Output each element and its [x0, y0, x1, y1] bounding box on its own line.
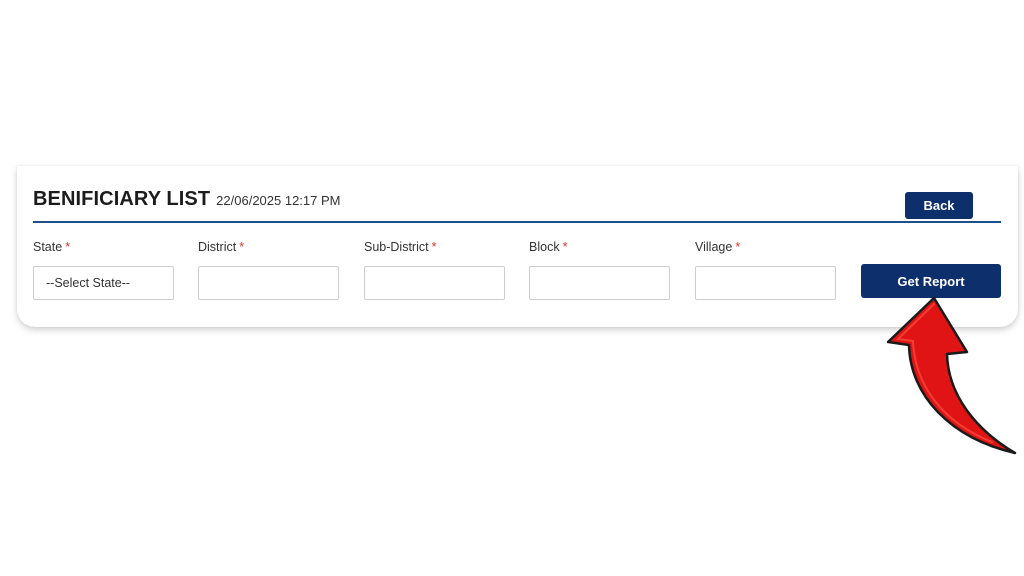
- block-label: Block *: [529, 240, 568, 254]
- state-field: State * --Select State--: [33, 240, 174, 300]
- sub-district-field: Sub-District *: [364, 240, 505, 300]
- title-row: BENIFICIARY LIST 22/06/2025 12:17 PM: [33, 188, 341, 211]
- back-button[interactable]: Back: [905, 192, 973, 219]
- page: BENIFICIARY LIST 22/06/2025 12:17 PM Bac…: [0, 0, 1024, 576]
- district-field: District *: [198, 240, 339, 300]
- required-marker: *: [735, 240, 741, 254]
- page-title: BENIFICIARY LIST: [33, 188, 211, 210]
- required-marker: *: [431, 240, 437, 254]
- district-label: District *: [198, 240, 245, 254]
- block-field: Block *: [529, 240, 670, 300]
- block-select[interactable]: [529, 266, 670, 300]
- red-curved-arrow-icon: [886, 296, 1017, 455]
- state-select[interactable]: --Select State--: [33, 266, 174, 300]
- header-divider: [33, 221, 1001, 223]
- village-field: Village *: [695, 240, 836, 300]
- required-marker: *: [562, 240, 568, 254]
- village-label: Village *: [695, 240, 741, 254]
- beneficiary-list-card: BENIFICIARY LIST 22/06/2025 12:17 PM Bac…: [17, 166, 1018, 327]
- village-select[interactable]: [695, 266, 836, 300]
- district-select[interactable]: [198, 266, 339, 300]
- sub-district-select[interactable]: [364, 266, 505, 300]
- sub-district-label: Sub-District *: [364, 240, 437, 254]
- timestamp: 22/06/2025 12:17 PM: [216, 193, 341, 208]
- state-label: State *: [33, 240, 71, 254]
- required-marker: *: [239, 240, 245, 254]
- required-marker: *: [65, 240, 71, 254]
